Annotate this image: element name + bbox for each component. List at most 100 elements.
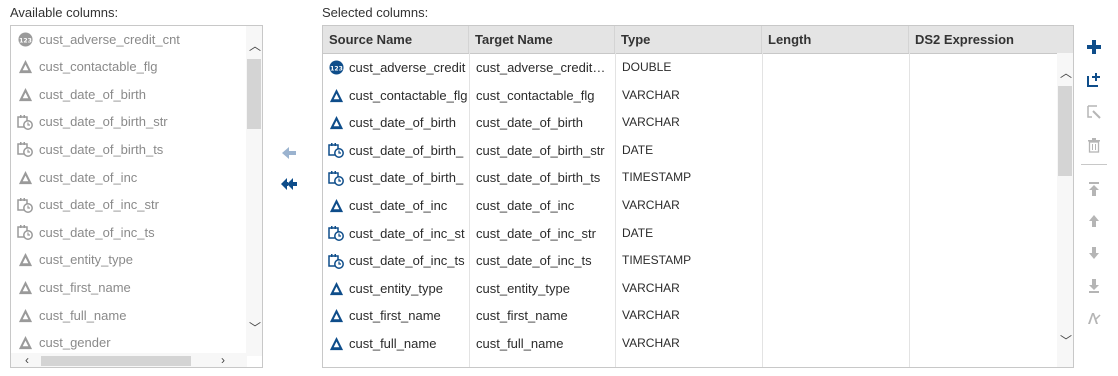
table-row[interactable]: cust_first_name cust_first_name VARCHAR <box>323 302 1058 329</box>
target-name-cell[interactable]: cust_date_of_birth <box>476 109 616 136</box>
target-name-cell[interactable]: cust_date_of_birth_ts <box>476 164 616 191</box>
target-name-cell[interactable]: cust_adverse_credit… <box>476 54 616 81</box>
move-all-left-icon <box>281 178 297 190</box>
datetime-icon <box>328 253 344 269</box>
move-down-button[interactable] <box>1085 244 1103 262</box>
scroll-right-icon[interactable]: › <box>221 354 225 366</box>
list-item[interactable]: 123 cust_adverse_credit_cnt <box>11 26 247 52</box>
character-icon <box>17 307 33 323</box>
source-name-cell: cust_first_name <box>328 302 471 329</box>
available-horizontal-scroll-thumb[interactable] <box>41 356 191 366</box>
list-item[interactable]: cust_date_of_inc_str <box>11 192 247 218</box>
header-target-name[interactable]: Target Name <box>469 26 615 53</box>
type-cell[interactable]: TIMESTAMP <box>622 247 762 274</box>
type-cell[interactable]: DATE <box>622 137 762 164</box>
list-item-label: cust_date_of_birth <box>39 86 146 102</box>
list-item[interactable]: cust_contactable_flg <box>11 54 247 80</box>
type-cell[interactable]: VARCHAR <box>622 275 762 302</box>
scroll-left-icon[interactable]: ‹ <box>25 354 29 366</box>
edit-column-button[interactable] <box>1085 103 1103 121</box>
character-icon <box>328 280 344 296</box>
selected-vertical-scrollbar[interactable]: ︿ ﹀ <box>1057 53 1073 367</box>
source-name-text: cust_entity_type <box>349 280 443 296</box>
selected-columns-table[interactable]: Source Name Target Name Type Length DS2 … <box>322 25 1074 368</box>
type-cell[interactable]: TIMESTAMP <box>622 164 762 191</box>
source-name-text: cust_date_of_inc_st <box>349 225 465 241</box>
available-vertical-scroll-thumb[interactable] <box>247 59 261 129</box>
list-item[interactable]: cust_date_of_inc_ts <box>11 219 247 245</box>
table-row[interactable]: cust_date_of_inc cust_date_of_inc VARCHAR <box>323 192 1058 219</box>
available-columns-list[interactable]: 123 cust_adverse_credit_cnt cust_contactab… <box>10 25 263 368</box>
list-item-label: cust_date_of_inc_ts <box>39 224 155 240</box>
table-row[interactable]: cust_date_of_inc_ts cust_date_of_inc_ts TI… <box>323 247 1058 274</box>
table-row[interactable]: cust_date_of_birth cust_date_of_birth VARC… <box>323 109 1058 136</box>
type-cell[interactable]: VARCHAR <box>622 330 762 357</box>
list-item-label: cust_date_of_birth_str <box>39 114 168 130</box>
header-length[interactable]: Length <box>762 26 909 53</box>
scroll-down-icon[interactable]: ﹀ <box>249 322 261 334</box>
target-name-cell[interactable]: cust_full_name <box>476 330 616 357</box>
table-row[interactable]: 123 cust_adverse_credit cust_adverse_credi… <box>323 54 1058 81</box>
list-item[interactable]: cust_full_name <box>11 302 247 328</box>
add-column-button[interactable] <box>1085 38 1103 56</box>
target-name-cell[interactable]: cust_date_of_birth_str <box>476 137 616 164</box>
move-up-button[interactable] <box>1085 212 1103 230</box>
list-item[interactable]: cust_date_of_birth_ts <box>11 136 247 162</box>
source-name-text: cust_full_name <box>349 336 437 351</box>
target-name-cell[interactable]: cust_date_of_inc_str <box>476 220 616 247</box>
list-item[interactable]: cust_date_of_birth <box>11 81 247 107</box>
selected-vertical-scroll-thumb[interactable] <box>1058 86 1072 176</box>
move-left-button[interactable] <box>278 143 300 163</box>
table-row[interactable]: cust_date_of_inc_st cust_date_of_inc_str D… <box>323 220 1058 247</box>
list-item-label: cust_gender <box>39 335 111 351</box>
numeric-icon: 123 <box>17 31 33 47</box>
list-item[interactable]: cust_date_of_inc <box>11 164 247 190</box>
scroll-down-icon[interactable]: ﹀ <box>1060 335 1072 347</box>
rename-button[interactable] <box>1085 309 1103 327</box>
target-name-cell[interactable]: cust_date_of_inc <box>476 192 616 219</box>
list-item[interactable]: cust_first_name <box>11 274 247 300</box>
target-name-cell[interactable]: cust_entity_type <box>476 275 616 302</box>
add-calculated-column-button[interactable] <box>1085 71 1103 89</box>
type-cell[interactable]: VARCHAR <box>622 109 762 136</box>
type-cell[interactable]: VARCHAR <box>622 192 762 219</box>
header-ds2-expression[interactable]: DS2 Expression <box>909 26 1073 53</box>
move-to-bottom-icon <box>1089 279 1099 293</box>
scroll-up-icon[interactable]: ︿ <box>249 40 261 52</box>
target-name-cell[interactable]: cust_contactable_flg <box>476 82 616 109</box>
move-all-left-button[interactable] <box>278 174 300 194</box>
character-icon <box>17 252 33 268</box>
type-cell[interactable]: VARCHAR <box>622 302 762 329</box>
table-row[interactable]: cust_entity_type cust_entity_type VARCHAR <box>323 275 1058 302</box>
source-name-text: cust_first_name <box>349 308 441 324</box>
table-row[interactable]: cust_full_name cust_full_name VARCHAR <box>323 330 1058 357</box>
target-name-cell[interactable]: cust_first_name <box>476 302 616 329</box>
available-columns-items: 123 cust_adverse_credit_cnt cust_contactab… <box>11 26 247 356</box>
table-row[interactable]: cust_date_of_birth_ cust_date_of_birth_st… <box>323 137 1058 164</box>
delete-button[interactable] <box>1085 136 1103 154</box>
scroll-up-icon[interactable]: ︿ <box>1060 67 1072 79</box>
move-to-bottom-button[interactable] <box>1085 277 1103 295</box>
move-to-top-button[interactable] <box>1085 180 1103 198</box>
datetime-icon <box>17 114 33 130</box>
type-cell[interactable]: VARCHAR <box>622 82 762 109</box>
source-name-text: cust_date_of_inc_ts <box>349 253 465 269</box>
list-item[interactable]: cust_entity_type <box>11 247 247 273</box>
toolbar-divider <box>1081 164 1107 165</box>
available-horizontal-scrollbar[interactable]: ‹ › <box>11 353 247 367</box>
header-type[interactable]: Type <box>615 26 762 53</box>
type-cell[interactable]: DOUBLE <box>622 54 762 81</box>
list-item-label: cust_contactable_flg <box>39 59 158 75</box>
datetime-icon <box>328 225 344 242</box>
character-icon <box>328 87 344 103</box>
header-source-name[interactable]: Source Name <box>323 26 469 53</box>
source-name-cell: cust_date_of_inc <box>328 192 471 219</box>
list-item[interactable]: cust_date_of_birth_str <box>11 109 247 135</box>
table-row[interactable]: cust_date_of_birth_ cust_date_of_birth_ts… <box>323 164 1058 191</box>
type-cell[interactable]: DATE <box>622 220 762 247</box>
character-icon <box>17 86 33 102</box>
table-row[interactable]: cust_contactable_flg cust_contactable_flg… <box>323 82 1058 109</box>
list-item[interactable]: cust_gender <box>11 330 247 356</box>
target-name-cell[interactable]: cust_date_of_inc_ts <box>476 247 616 274</box>
available-vertical-scrollbar[interactable]: ︿ ﹀ <box>246 26 262 356</box>
